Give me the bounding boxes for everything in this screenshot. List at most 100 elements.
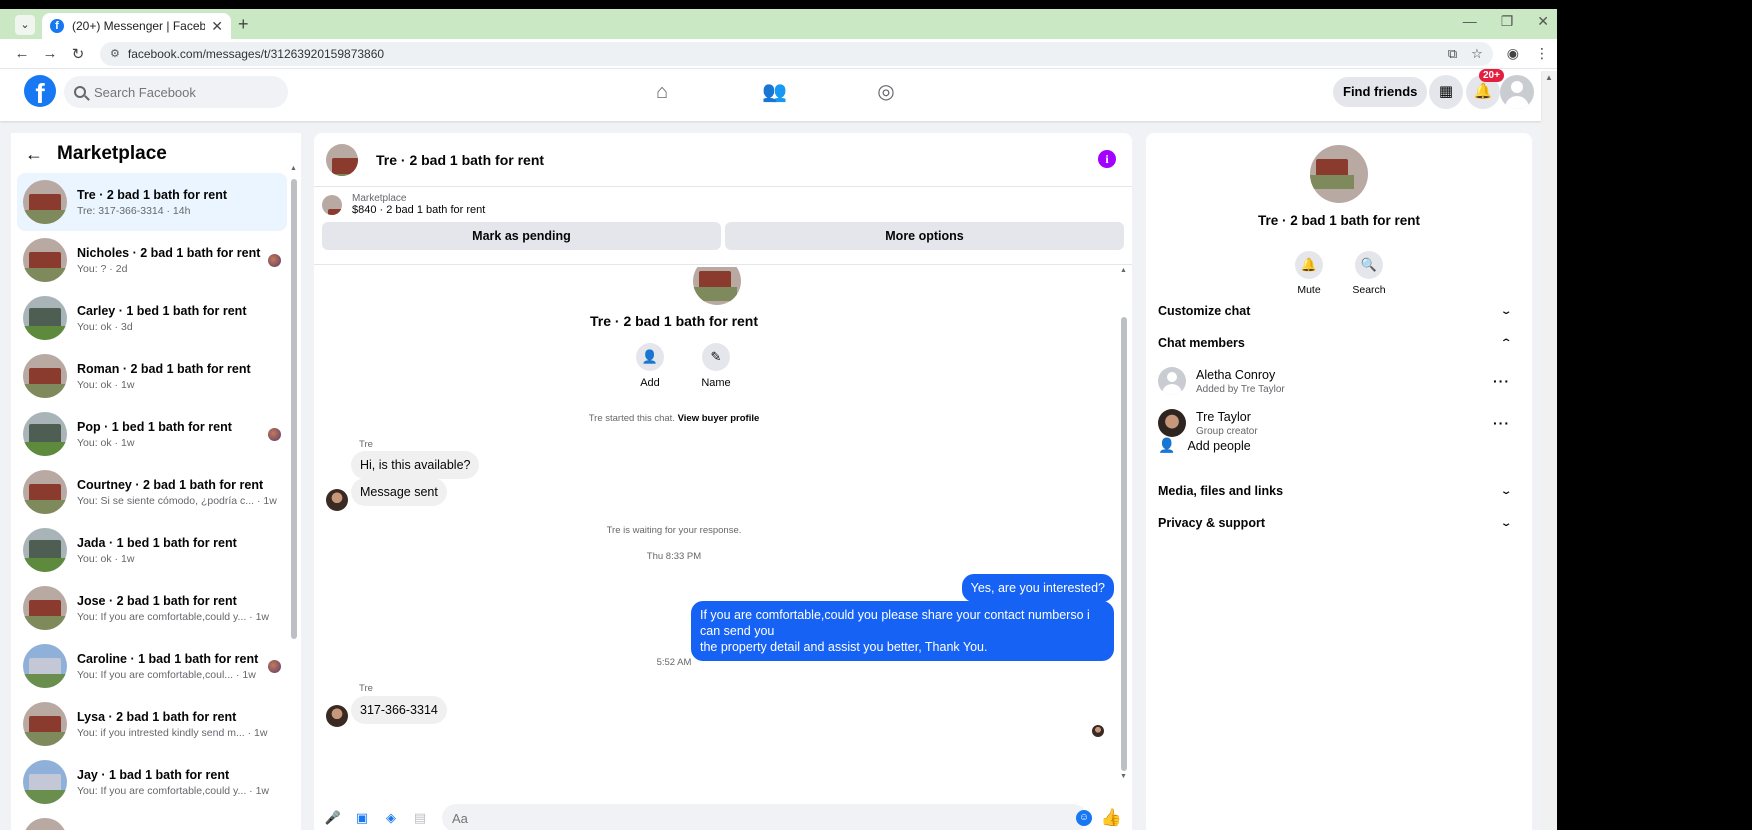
chat-members-row[interactable]: Chat members ⌃ [1158, 327, 1522, 359]
minimize-button[interactable]: — [1463, 13, 1477, 30]
chat-members-label: Chat members [1158, 336, 1245, 350]
conversation-item[interactable]: Jada · 1 bed 1 bath for rent You: ok · 1w [17, 521, 287, 579]
install-app-icon[interactable]: ⧉ [1448, 46, 1457, 62]
back-arrow-icon[interactable]: ← [25, 144, 43, 165]
media-files-label: Media, files and links [1158, 484, 1284, 498]
conversation-text: Caroline · 1 bad 1 bath for rent You: If … [77, 652, 262, 681]
thumbs-up-icon[interactable]: 👍 [1101, 808, 1122, 828]
conversation-item[interactable]: Yasmine · 2 bad 1 bath for rent [17, 811, 287, 830]
sender-avatar[interactable] [326, 489, 348, 511]
search-in-chat-button[interactable]: 🔍 Search [1351, 251, 1387, 296]
more-options-icon[interactable]: ··· [1493, 415, 1510, 431]
message-bubble-incoming[interactable]: 317-366-3314 [351, 696, 447, 724]
conversation-item[interactable]: Roman · 2 bad 1 bath for rent You: ok · 1… [17, 347, 287, 405]
conversation-item[interactable]: Caroline · 1 bad 1 bath for rent You: If … [17, 637, 287, 695]
emoji-icon[interactable]: ☺ [1076, 810, 1092, 826]
conversation-item[interactable]: Courtney · 2 bad 1 bath for rent You: Si … [17, 463, 287, 521]
friends-icon[interactable]: 👥 [762, 81, 787, 103]
tab-search-dropdown[interactable]: ⌄ [15, 15, 35, 35]
tab-close-icon[interactable]: ✕ [211, 18, 223, 35]
listing-price[interactable]: $840 · 2 bad 1 bath for rent [352, 204, 485, 216]
message-bubble-outgoing[interactable]: If you are comfortable,could you please … [691, 601, 1114, 661]
group-photo[interactable] [1310, 145, 1368, 203]
privacy-support-row[interactable]: Privacy & support ⌄ [1158, 507, 1522, 539]
page-scrollbar[interactable]: ▲ [1541, 71, 1557, 830]
conversation-item[interactable]: Carley · 1 bed 1 bath for rent You: ok · … [17, 289, 287, 347]
listing-mini-thumbnail[interactable] [322, 194, 342, 215]
info-icon[interactable]: i [1098, 150, 1116, 168]
conversation-item[interactable]: Jay · 1 bad 1 bath for rent You: If you a… [17, 753, 287, 811]
profile-icon[interactable]: ◉ [1507, 45, 1519, 62]
groups-icon[interactable]: ◎ [874, 81, 898, 103]
reload-icon[interactable]: ↻ [64, 45, 92, 63]
member-row[interactable]: Aletha Conroy Added by Tre Taylor ··· [1158, 359, 1522, 403]
message-bubble-incoming[interactable]: Hi, is this available? [351, 451, 480, 479]
details-actions: 🔔 Mute 🔍 Search [1291, 251, 1387, 296]
more-options-icon[interactable]: ··· [1493, 373, 1510, 389]
sender-avatar[interactable] [326, 705, 348, 727]
account-avatar[interactable] [1500, 75, 1534, 109]
conversation-text: Tre · 2 bad 1 bath for rent Tre: 317-366-… [77, 188, 281, 217]
conversation-item[interactable]: Lysa · 2 bad 1 bath for rent You: if you … [17, 695, 287, 753]
facebook-search[interactable] [64, 76, 288, 108]
back-arrow-icon[interactable]: ← [8, 45, 36, 62]
listing-thumbnail [23, 644, 67, 688]
listing-thumbnail [23, 586, 67, 630]
address-bar[interactable]: ⚙ facebook.com/messages/t/31263920159873… [100, 41, 1493, 66]
scroll-up-arrow-icon[interactable]: ▲ [290, 165, 297, 172]
conversation-text: Jay · 1 bad 1 bath for rent You: If you a… [77, 768, 281, 797]
sticker-icon[interactable]: ◈ [382, 810, 400, 826]
photo-icon[interactable]: ▣ [353, 810, 371, 826]
message-input[interactable] [442, 804, 1087, 830]
close-window-button[interactable]: ✕ [1537, 13, 1549, 30]
message-bubble-outgoing[interactable]: Yes, are you interested? [961, 574, 1114, 602]
conversation-item[interactable]: Jose · 2 bad 1 bath for rent You: If you … [17, 579, 287, 637]
home-icon[interactable]: ⌂ [650, 81, 674, 103]
conversation-item[interactable]: Tre · 2 bad 1 bath for rent Tre: 317-366-… [17, 173, 287, 231]
add-member-button[interactable]: 👤 Add [630, 343, 670, 389]
scroll-up-arrow-icon[interactable]: ▲ [1120, 267, 1127, 274]
listing-thumbnail[interactable] [326, 143, 358, 176]
scroll-up-arrow-icon[interactable]: ▲ [1545, 73, 1553, 82]
member-subtitle: Added by Tre Taylor [1196, 383, 1285, 395]
add-people-button[interactable]: 👤 Add people [1158, 437, 1251, 454]
url-text[interactable]: facebook.com/messages/t/3126392015987386… [128, 47, 1448, 61]
browser-menu-icon[interactable]: ⋮ [1535, 45, 1549, 62]
sidebar-scroll-thumb[interactable] [291, 179, 297, 639]
facebook-logo-icon[interactable]: f [24, 75, 56, 107]
conversation-item[interactable]: Nicholes · 2 bad 1 bath for rent You: ? ·… [17, 231, 287, 289]
listing-thumbnail [23, 180, 67, 224]
bookmark-star-icon[interactable]: ☆ [1471, 46, 1483, 62]
listing-thumbnail [23, 412, 67, 456]
restore-button[interactable]: ❐ [1501, 13, 1514, 30]
mark-as-pending-button[interactable]: Mark as pending [322, 222, 721, 250]
tab-title: (20+) Messenger | Facebook [72, 19, 206, 33]
scroll-down-arrow-icon[interactable]: ▼ [1120, 773, 1127, 780]
message-thread: Tre · 2 bad 1 bath for rent 👤 Add ✎ Name… [314, 267, 1132, 791]
facebook-header: f ⌂ 👥 ◎ Find friends ▦ 🔔 20+ [0, 69, 1541, 121]
menu-grid-icon[interactable]: ▦ [1429, 75, 1463, 109]
timestamp: Thu 8:33 PM [646, 551, 702, 562]
message-bubble-incoming[interactable]: Message sent [351, 478, 447, 506]
chat-scrollbar[interactable]: ▲ ▼ [1120, 267, 1128, 783]
gif-icon[interactable]: ▤ [411, 810, 429, 826]
sidebar-scrollbar[interactable]: ▲ [290, 165, 297, 830]
new-tab-button[interactable]: + [238, 14, 249, 35]
site-info-icon[interactable]: ⚙ [110, 47, 120, 60]
view-buyer-profile-link[interactable]: View buyer profile [678, 413, 760, 424]
media-files-row[interactable]: Media, files and links ⌄ [1158, 475, 1522, 507]
mute-button[interactable]: 🔔 Mute [1291, 251, 1327, 296]
microphone-icon[interactable]: 🎤 [324, 810, 342, 826]
add-label: Add [640, 377, 660, 389]
facebook-search-input[interactable] [94, 84, 274, 100]
customize-chat-row[interactable]: Customize chat ⌄ [1158, 295, 1522, 327]
more-options-button[interactable]: More options [725, 222, 1124, 250]
member-avatar [1158, 409, 1186, 437]
forward-arrow-icon[interactable]: → [36, 45, 64, 62]
conversation-item[interactable]: Pop · 1 bed 1 bath for rent You: ok · 1w [17, 405, 287, 463]
chat-title[interactable]: Tre · 2 bad 1 bath for rent [376, 152, 544, 168]
rename-button[interactable]: ✎ Name [696, 343, 736, 389]
browser-tab-active[interactable]: f (20+) Messenger | Facebook ✕ [42, 13, 231, 39]
chat-scroll-thumb[interactable] [1121, 317, 1127, 771]
find-friends-button[interactable]: Find friends [1333, 77, 1428, 107]
